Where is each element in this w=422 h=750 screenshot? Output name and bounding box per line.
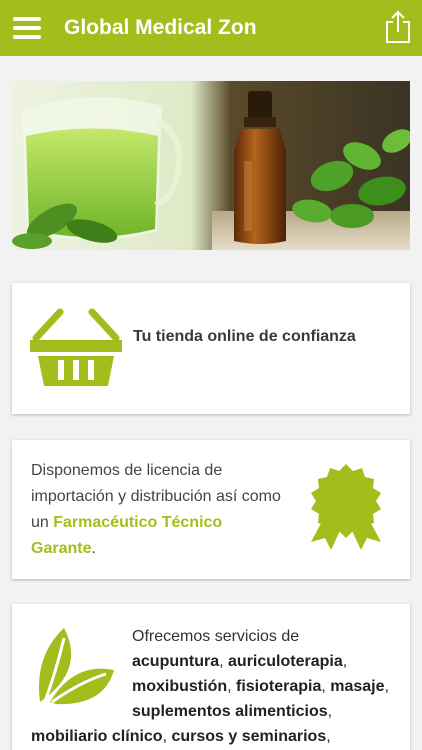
hero-image <box>12 81 410 250</box>
services-card[interactable]: Ofrecemos servicios de acupuntura, auric… <box>12 604 410 750</box>
store-tagline: Tu tienda online de confianza <box>133 328 356 345</box>
app-bar: Global Medical Zon <box>0 0 422 56</box>
share-icon[interactable] <box>385 10 411 44</box>
store-card[interactable]: Tu tienda online de confianza <box>12 283 410 414</box>
license-highlight: Farmacéutico Técnico Garante <box>31 514 223 557</box>
license-card[interactable]: Disponemos de licencia de importación y … <box>12 440 410 579</box>
app-title: Global Medical Zon <box>64 16 257 39</box>
leaves-icon <box>39 628 114 705</box>
shopping-basket-icon <box>30 308 122 386</box>
services-intro: Ofrecemos servicios de <box>132 628 300 645</box>
services-line-2: moxibustión, fisioterapia, masaje, <box>132 678 389 695</box>
services-line-3: suplementos alimenticios, <box>132 703 333 720</box>
award-badge-icon <box>311 464 381 550</box>
services-line-4: mobiliario clínico, cursos y seminarios, <box>31 728 331 745</box>
license-text: Disponemos de licencia de importación y … <box>31 462 281 557</box>
services-text: Ofrecemos servicios de acupuntura, auric… <box>132 624 400 724</box>
hamburger-menu-icon[interactable] <box>13 17 41 39</box>
services-line-1: acupuntura, auriculoterapia, <box>132 653 348 670</box>
